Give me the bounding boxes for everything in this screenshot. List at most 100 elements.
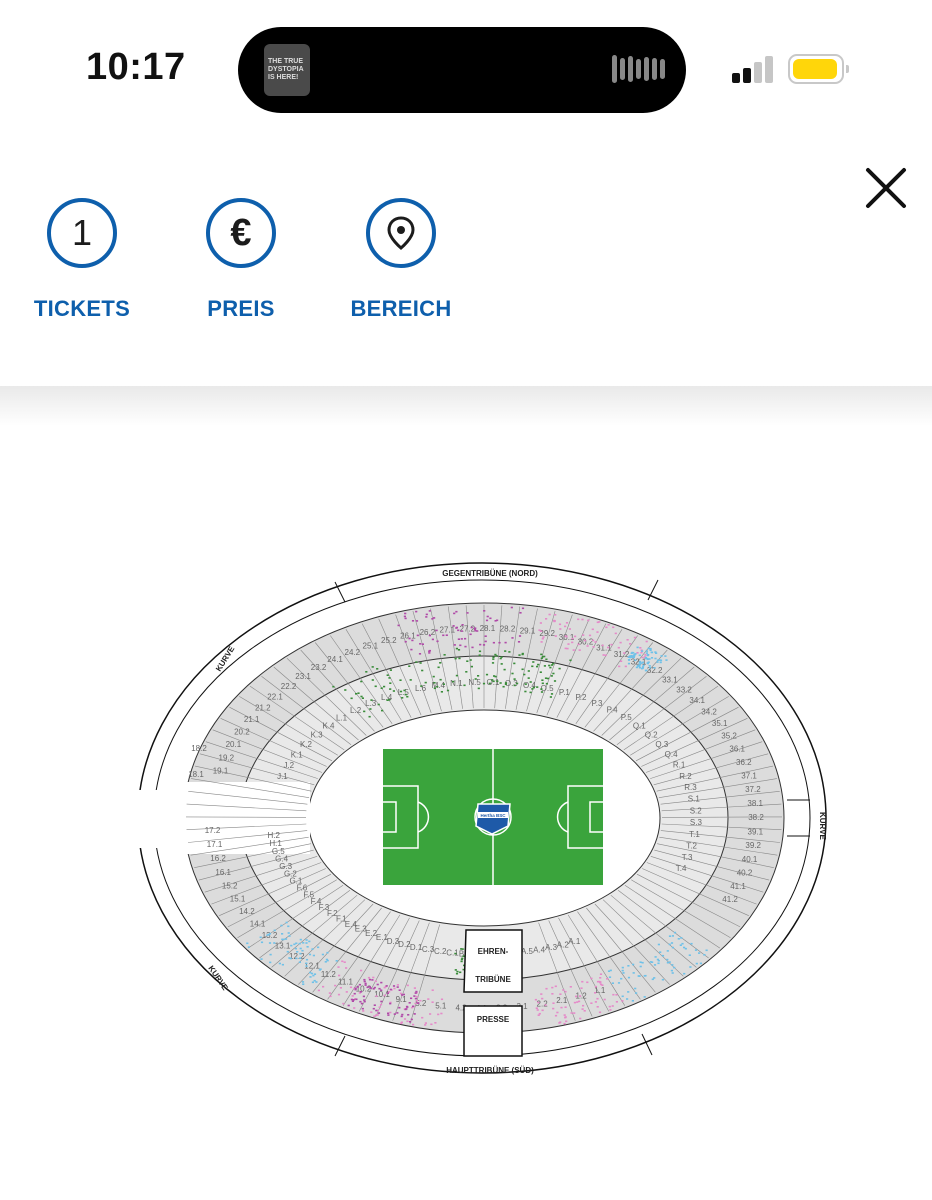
available-seat-536[interactable] xyxy=(564,1006,567,1008)
available-seat-241[interactable] xyxy=(466,660,469,662)
available-seat-555[interactable] xyxy=(599,973,603,975)
available-seat-137[interactable] xyxy=(553,620,556,623)
section-38.2[interactable]: 38.2 xyxy=(748,813,764,822)
available-seat-50[interactable] xyxy=(411,620,415,622)
available-seat-215[interactable] xyxy=(389,669,392,671)
available-seat-495[interactable] xyxy=(573,1012,576,1014)
available-seat-37[interactable] xyxy=(510,606,513,609)
available-seat-452[interactable] xyxy=(404,1008,407,1011)
available-seat-437[interactable] xyxy=(363,1000,366,1003)
available-seat-30[interactable] xyxy=(518,635,522,637)
available-seat-497[interactable] xyxy=(534,998,537,1001)
section-36.1[interactable]: 36.1 xyxy=(729,745,745,754)
available-seat-93[interactable] xyxy=(626,639,629,641)
available-seat-688[interactable] xyxy=(287,925,290,928)
available-seat-18[interactable] xyxy=(469,633,472,636)
available-seat-302[interactable] xyxy=(536,686,539,688)
section-40.2[interactable]: 40.2 xyxy=(737,869,753,878)
available-seat-135[interactable] xyxy=(629,643,632,645)
section-21.2[interactable]: 21.2 xyxy=(255,703,271,712)
available-seat-236[interactable] xyxy=(380,687,383,689)
available-seat-713[interactable] xyxy=(461,957,464,960)
available-seat-328[interactable] xyxy=(508,651,511,653)
available-seat-24[interactable] xyxy=(476,630,479,632)
section-C.2[interactable]: C.2 xyxy=(434,947,447,956)
available-seat-473[interactable] xyxy=(369,987,372,989)
available-seat-175[interactable] xyxy=(647,647,650,650)
available-seat-67[interactable] xyxy=(453,644,456,646)
available-seat-570[interactable] xyxy=(621,995,624,998)
available-seat-481[interactable] xyxy=(400,1015,403,1018)
available-seat-372[interactable] xyxy=(378,1006,381,1008)
available-seat-567[interactable] xyxy=(670,942,674,944)
available-seat-401[interactable] xyxy=(389,1011,392,1014)
section-T.1[interactable]: T.1 xyxy=(689,830,700,839)
available-seat-454[interactable] xyxy=(368,985,371,988)
available-seat-381[interactable] xyxy=(424,1022,427,1024)
ehrentribuene-block[interactable]: EHREN- TRIBÜNE xyxy=(463,929,523,993)
available-seat-59[interactable] xyxy=(504,641,507,644)
available-seat-21[interactable] xyxy=(403,615,406,618)
available-seat-477[interactable] xyxy=(387,1012,390,1015)
available-seat-235[interactable] xyxy=(433,687,436,690)
available-seat-602[interactable] xyxy=(611,982,614,984)
section-13.1[interactable]: 13.1 xyxy=(275,942,291,951)
available-seat-565[interactable] xyxy=(641,961,644,964)
available-seat-283[interactable] xyxy=(500,656,503,658)
available-seat-7[interactable] xyxy=(464,637,467,640)
section-14.2[interactable]: 14.2 xyxy=(239,907,255,916)
section-L.2[interactable]: L.2 xyxy=(350,706,362,715)
available-seat-257[interactable] xyxy=(415,661,418,663)
available-seat-234[interactable] xyxy=(374,685,377,688)
available-seat-94[interactable] xyxy=(592,639,595,642)
available-seat-0[interactable] xyxy=(461,624,464,626)
available-seat-672[interactable] xyxy=(299,938,302,941)
available-seat-57[interactable] xyxy=(418,653,422,655)
filter-preis[interactable]: € PREIS xyxy=(181,198,301,322)
available-seat-204[interactable] xyxy=(648,665,651,667)
available-seat-311[interactable] xyxy=(492,680,495,683)
available-seat-367[interactable] xyxy=(399,992,403,995)
available-seat-513[interactable] xyxy=(575,995,578,998)
section-21.1[interactable]: 21.1 xyxy=(244,715,260,724)
section-30.2[interactable]: 30.2 xyxy=(578,638,594,647)
available-seat-675[interactable] xyxy=(281,963,284,966)
available-seat-563[interactable] xyxy=(703,954,706,956)
available-seat-27[interactable] xyxy=(459,644,462,647)
available-seat-98[interactable] xyxy=(602,654,605,656)
available-seat-251[interactable] xyxy=(376,668,379,670)
section-27.1[interactable]: 27.1 xyxy=(440,626,456,635)
available-seat-210[interactable] xyxy=(478,654,481,656)
available-seat-621[interactable] xyxy=(643,996,646,998)
available-seat-253[interactable] xyxy=(392,690,395,692)
available-seat-670[interactable] xyxy=(269,961,272,964)
available-seat-323[interactable] xyxy=(496,680,499,682)
available-seat-575[interactable] xyxy=(632,963,635,966)
available-seat-117[interactable] xyxy=(624,665,627,668)
available-seat-208[interactable] xyxy=(647,654,650,656)
section-P.4[interactable]: P.4 xyxy=(607,706,619,715)
section-11.1[interactable]: 11.1 xyxy=(338,978,354,987)
available-seat-568[interactable] xyxy=(671,946,674,949)
available-seat-448[interactable] xyxy=(396,986,399,988)
available-seat-151[interactable] xyxy=(634,659,637,662)
available-seat-218[interactable] xyxy=(388,677,391,679)
available-seat-504[interactable] xyxy=(599,977,602,979)
available-seat-3[interactable] xyxy=(404,617,407,620)
available-seat-645[interactable] xyxy=(286,950,289,953)
available-seat-341[interactable] xyxy=(544,677,548,679)
available-seat-39[interactable] xyxy=(494,620,497,622)
available-seat-605[interactable] xyxy=(656,958,659,961)
available-seat-315[interactable] xyxy=(511,672,514,675)
available-seat-361[interactable] xyxy=(375,995,378,997)
available-seat-540[interactable] xyxy=(603,998,606,1001)
available-seat-343[interactable] xyxy=(545,682,548,685)
available-seat-280[interactable] xyxy=(503,668,506,671)
available-seat-697[interactable] xyxy=(266,934,269,936)
available-seat-486[interactable] xyxy=(416,1002,419,1004)
available-seat-491[interactable] xyxy=(581,980,584,983)
available-seat-232[interactable] xyxy=(371,666,374,668)
available-seat-462[interactable] xyxy=(354,988,357,991)
available-seat-445[interactable] xyxy=(380,1000,383,1003)
available-seat-123[interactable] xyxy=(571,641,574,644)
